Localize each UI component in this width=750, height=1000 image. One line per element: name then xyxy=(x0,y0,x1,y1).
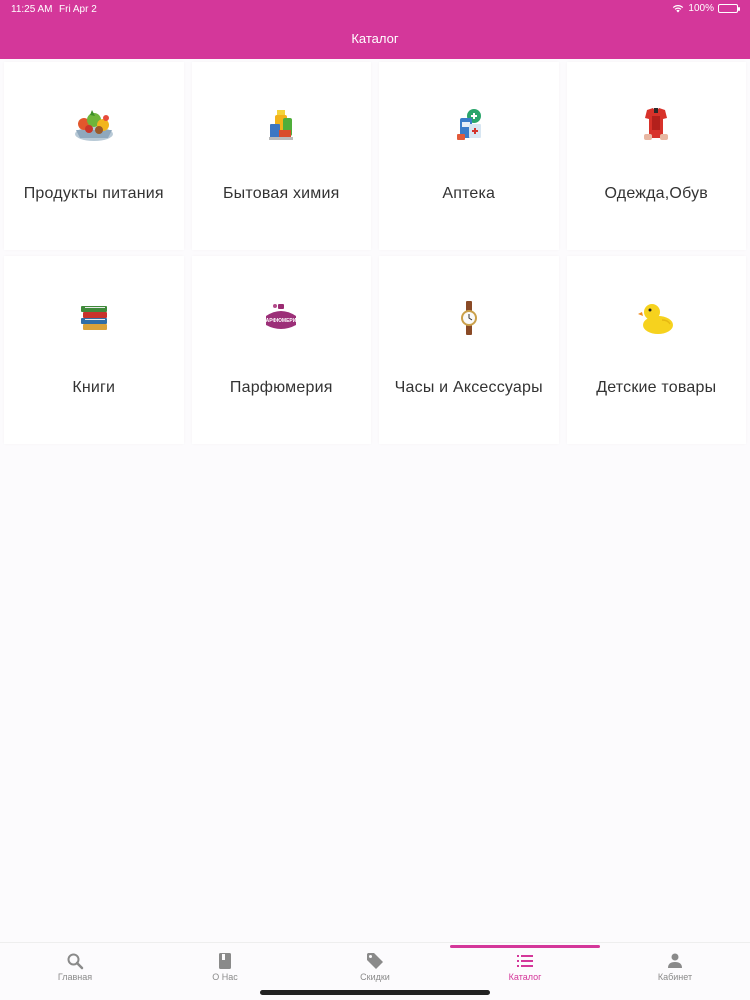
tab-label: Скидки xyxy=(360,972,390,982)
category-card-household-chemicals[interactable]: Бытовая химия xyxy=(191,62,371,250)
household-chemicals-icon xyxy=(269,110,294,140)
category-label: Аптека xyxy=(442,185,496,202)
watch-icon xyxy=(460,301,477,335)
active-tab-indicator xyxy=(450,945,600,948)
book-icon xyxy=(219,953,231,969)
category-card-groceries[interactable]: Продукты питания xyxy=(4,62,184,250)
clothing-icon xyxy=(644,108,669,140)
status-date: Fri Apr 2 xyxy=(59,4,97,15)
person-icon xyxy=(668,953,682,968)
category-card-books[interactable]: Книги xyxy=(4,256,184,444)
category-card-kids[interactable]: Детские товары xyxy=(566,256,746,444)
books-icon xyxy=(80,306,107,330)
tab-label: О Нас xyxy=(212,972,238,982)
category-card-watches[interactable]: Часы и Аксессуары xyxy=(379,256,559,444)
tab-label: Кабинет xyxy=(657,972,693,982)
perfume-icon: ПАРФЮМЕРИЯ xyxy=(262,304,301,329)
category-label: Бытовая химия xyxy=(222,185,340,202)
category-label: Книги xyxy=(72,379,116,396)
tab-account[interactable]: Кабинет xyxy=(600,943,750,1000)
wifi-icon xyxy=(673,4,684,13)
groceries-icon xyxy=(74,110,113,141)
tab-label: Каталог xyxy=(508,972,542,982)
rubber-duck-icon xyxy=(638,304,674,334)
home-indicator[interactable] xyxy=(260,990,490,995)
tab-home[interactable]: Главная xyxy=(0,943,150,1000)
category-label: Детские товары xyxy=(596,379,717,396)
status-bar: 11:25 AM Fri Apr 2 100% xyxy=(0,0,750,18)
page-title: Каталог xyxy=(351,31,399,46)
category-grid: Продукты питания Бытовая химия Аптека Од… xyxy=(0,59,750,447)
battery-percent: 100% xyxy=(688,3,714,14)
category-card-pharmacy[interactable]: Аптека xyxy=(379,62,559,250)
list-icon xyxy=(517,955,533,967)
pharmacy-icon xyxy=(456,109,481,140)
category-card-clothing[interactable]: Одежда,Обув xyxy=(566,62,746,250)
perfume-icon-text: ПАРФЮМЕРИЯ xyxy=(262,318,300,324)
category-label: Часы и Аксессуары xyxy=(394,379,543,396)
status-time: 11:25 AM xyxy=(11,4,53,15)
category-label: Продукты питания xyxy=(23,185,164,202)
category-label: Одежда,Обув xyxy=(604,185,708,202)
category-card-perfume[interactable]: ПАРФЮМЕРИЯ Парфюмерия xyxy=(191,256,371,444)
app-header: 11:25 AM Fri Apr 2 100% Каталог xyxy=(0,0,750,59)
battery-icon xyxy=(718,4,740,13)
tab-label: Главная xyxy=(57,972,93,982)
search-icon xyxy=(67,953,84,970)
tag-icon xyxy=(367,953,383,969)
status-right: 100% xyxy=(672,3,740,14)
category-label: Парфюмерия xyxy=(229,379,333,396)
